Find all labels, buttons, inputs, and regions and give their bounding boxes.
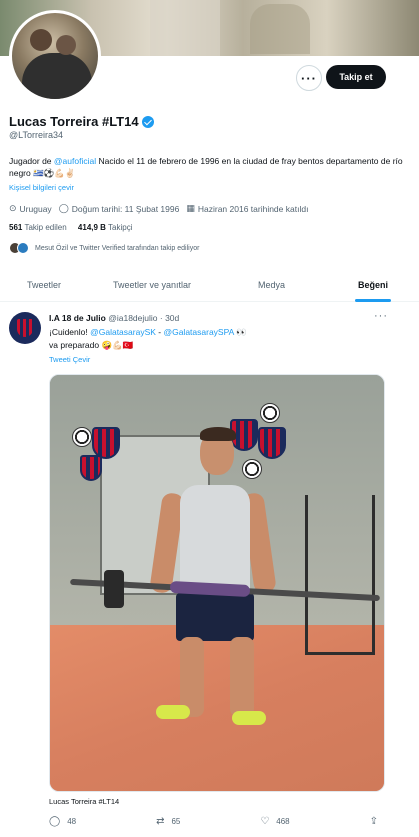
- reply-icon: ◯: [49, 816, 61, 827]
- profile-name-row: Lucas Torreira #LT14: [9, 114, 154, 129]
- tweet-text-part: 👀: [233, 327, 247, 337]
- avatar-figure: [22, 53, 92, 99]
- following-count: 561: [9, 223, 23, 232]
- profile-handle: @LTorreira34: [9, 130, 63, 140]
- person-shoe: [232, 711, 266, 725]
- tab-tweets-and-replies[interactable]: Tweetler ve yanıtlar: [88, 268, 216, 301]
- football-sticker: [72, 427, 92, 447]
- more-options-button[interactable]: ···: [296, 65, 322, 91]
- reply-count: 48: [67, 817, 77, 826]
- profile-bio: Jugador de @aufoficial Nacido el 11 de f…: [9, 155, 409, 179]
- translate-tweet-link[interactable]: Tweeti Çevir: [49, 355, 90, 364]
- location-text: Uruguay: [19, 203, 52, 214]
- club-logo-sticker: [258, 427, 286, 459]
- share-button[interactable]: ⇪: [370, 816, 385, 827]
- tweet-mention-link[interactable]: @GalatasaraySK: [90, 327, 156, 337]
- person-leg: [230, 637, 254, 717]
- profile-name: Lucas Torreira #LT14: [9, 114, 139, 129]
- birthday-item: ◯ Doğum tarihi: 11 Şubat 1996: [59, 203, 180, 214]
- retweet-button[interactable]: ⇄ 65: [156, 816, 180, 827]
- retweet-icon: ⇄: [156, 816, 165, 827]
- tweet-header: I.A 18 de Julio @ia18dejulio · 30d: [49, 313, 179, 323]
- tweet-mention-link[interactable]: @GalatasaraySPA: [163, 327, 233, 337]
- bio-prefix: Jugador de: [9, 156, 54, 166]
- location-pin-icon: ⊙: [9, 203, 17, 213]
- followed-by-row[interactable]: Mesut Özil ve Twitter Verified tarafında…: [9, 242, 199, 254]
- tweet-author-handle[interactable]: @ia18dejulio: [108, 313, 157, 323]
- tweet-author-avatar[interactable]: [9, 312, 41, 344]
- avatar-figure: [56, 35, 76, 55]
- club-logo-sticker: [80, 455, 102, 481]
- followers-count: 414,9 B: [77, 223, 106, 232]
- tweet-photo[interactable]: [49, 374, 385, 792]
- heart-icon: ♡: [260, 816, 270, 827]
- tweet-text: ¡Cuidenlo! @GalatasaraySK - @Galatasaray…: [49, 326, 399, 352]
- following-link[interactable]: 561 Takip edilen: [9, 223, 67, 232]
- football-sticker: [260, 403, 280, 423]
- joined-item: ▦ Haziran 2016 tarihinde katıldı: [186, 203, 308, 214]
- banner-photo-part: [150, 0, 220, 56]
- profile-meta: ⊙ Uruguay ◯ Doğum tarihi: 11 Şubat 1996 …: [9, 203, 315, 214]
- photo-weight-rack: [305, 495, 375, 655]
- followers-link[interactable]: 414,9 B Takipçi: [78, 223, 133, 232]
- banner-photo-part: [250, 4, 310, 54]
- followers-label: Takipçi: [108, 223, 133, 232]
- follow-button[interactable]: Takip et: [326, 65, 386, 89]
- follower-avatar: [17, 242, 29, 254]
- tweet-author-name[interactable]: I.A 18 de Julio: [49, 313, 106, 323]
- like-button[interactable]: ♡ 468: [260, 816, 289, 827]
- profile-avatar[interactable]: [9, 10, 101, 102]
- following-label: Takip edilen: [24, 223, 67, 232]
- tweet-actions: ◯ 48 ⇄ 65 ♡ 468 ⇪: [49, 816, 385, 827]
- bio-mention-link[interactable]: @aufoficial: [54, 156, 96, 166]
- club-shield-icon: [17, 319, 33, 337]
- tweet-time[interactable]: · 30d: [160, 313, 179, 323]
- tweet-more-icon[interactable]: ···: [374, 310, 388, 322]
- tab-media[interactable]: Medya: [216, 268, 327, 301]
- retweet-count: 65: [171, 817, 181, 826]
- tweet-text-line: va preparado 🤪💪🏻🇹🇷: [49, 340, 134, 350]
- verified-badge-icon: [141, 115, 154, 128]
- share-icon: ⇪: [369, 816, 378, 827]
- calendar-icon: ▦: [186, 203, 195, 213]
- tweet-text-part: ¡Cuidenlo!: [49, 327, 91, 337]
- joined-text: Haziran 2016 tarihinde katıldı: [197, 203, 309, 214]
- person-shoe: [156, 705, 190, 719]
- football-sticker: [242, 459, 262, 479]
- reply-button[interactable]: ◯ 48: [49, 816, 76, 827]
- photo-caption: Lucas Torreira #LT14: [49, 797, 120, 806]
- avatar-figure: [30, 29, 52, 51]
- translate-bio-link[interactable]: Kişisel bilgileri çevir: [9, 183, 74, 192]
- like-count: 468: [276, 817, 290, 826]
- person-hair: [200, 427, 236, 441]
- profile-tabs: Tweetler Tweetler ve yanıtlar Medya Beğe…: [0, 268, 419, 302]
- profile-stats: 561 Takip edilen 414,9 B Takipçi: [9, 223, 132, 232]
- tab-tweets[interactable]: Tweetler: [0, 268, 88, 301]
- person-shorts: [176, 593, 254, 641]
- balloon-icon: ◯: [58, 203, 69, 213]
- tab-likes[interactable]: Beğeni: [327, 268, 419, 301]
- birthday-text: Doğum tarihi: 11 Şubat 1996: [71, 203, 180, 214]
- followed-by-text: Mesut Özil ve Twitter Verified tarafında…: [35, 244, 200, 252]
- person-torso: [180, 485, 250, 595]
- barbell-plate: [104, 570, 124, 608]
- location-item: ⊙ Uruguay: [9, 203, 52, 214]
